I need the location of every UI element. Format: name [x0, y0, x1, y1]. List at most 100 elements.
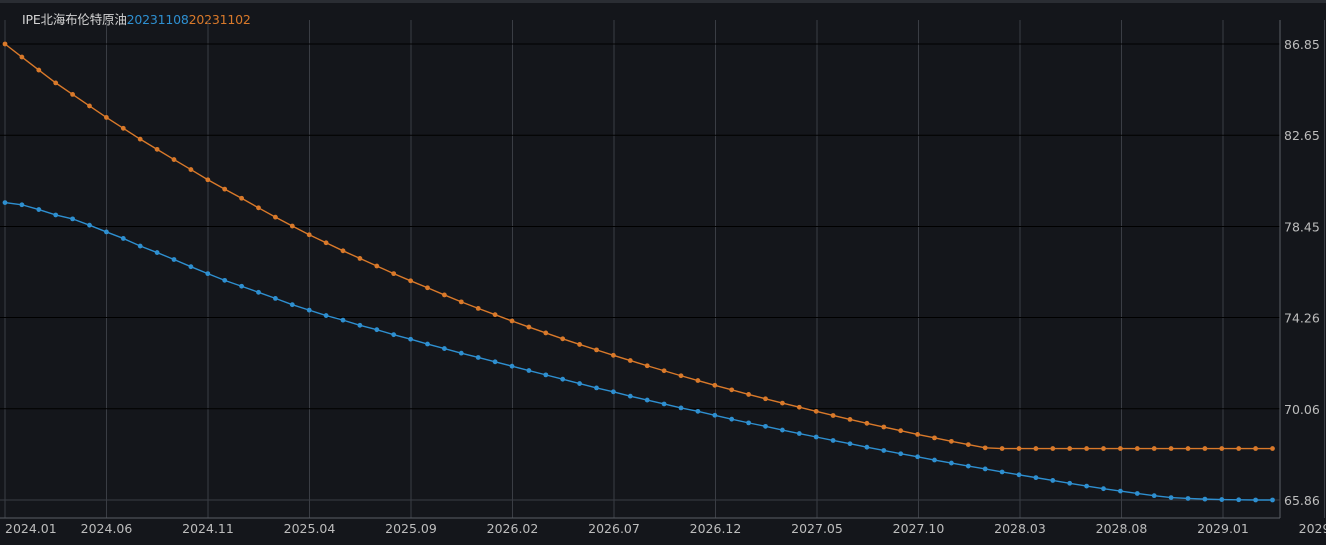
data-point — [205, 177, 211, 183]
data-point — [661, 401, 667, 407]
data-point — [154, 250, 160, 255]
data-point — [205, 271, 211, 277]
data-point — [256, 289, 261, 295]
data-point — [1101, 486, 1106, 492]
data-point — [273, 295, 278, 301]
data-point — [644, 397, 650, 403]
data-point — [1219, 446, 1225, 451]
data-point — [475, 355, 481, 360]
data-point — [1219, 497, 1225, 502]
data-point — [492, 312, 498, 318]
data-point — [374, 327, 380, 333]
data-point — [796, 431, 802, 436]
data-point — [611, 352, 616, 358]
data-point — [560, 336, 566, 342]
data-point — [847, 417, 853, 422]
data-point — [678, 373, 684, 379]
data-point — [881, 424, 887, 430]
data-point — [932, 457, 937, 463]
data-point — [780, 400, 785, 406]
data-point — [1067, 446, 1073, 451]
data-point — [1050, 446, 1056, 451]
data-point — [830, 438, 836, 443]
data-point — [712, 412, 718, 418]
data-point — [813, 408, 819, 414]
data-point — [1202, 446, 1208, 451]
data-point — [357, 256, 363, 261]
x-tick-label: 2026.12 — [690, 521, 742, 536]
data-point — [1084, 446, 1089, 451]
data-point — [306, 232, 312, 238]
data-point — [1202, 496, 1208, 502]
y-tick-label: 86.85 — [1284, 37, 1320, 52]
data-point — [36, 67, 42, 73]
data-point — [661, 368, 667, 374]
data-point — [1236, 497, 1242, 503]
data-point — [70, 92, 75, 97]
data-point — [1253, 446, 1258, 451]
line-chart: 2024.01 2024.06 2024.11 2025.04 2025.09 2026.… — [0, 20, 1326, 536]
data-point — [1134, 491, 1140, 496]
y-tick-label: 70.06 — [1284, 402, 1320, 417]
data-point — [864, 420, 870, 426]
series-line-2 — [4, 43, 1273, 450]
y-tick-label: 65.86 — [1284, 493, 1320, 508]
data-point — [70, 216, 75, 222]
data-point — [627, 393, 633, 399]
data-point — [915, 454, 920, 460]
y-tick-label: 82.65 — [1284, 128, 1320, 143]
data-point — [1270, 446, 1275, 451]
data-point — [154, 146, 160, 152]
data-point — [526, 368, 532, 373]
data-point — [1151, 493, 1157, 499]
data-point — [120, 236, 126, 241]
data-point — [104, 229, 109, 235]
data-point — [256, 205, 261, 211]
data-point — [1050, 478, 1056, 483]
x-tick-label: 2025.09 — [385, 521, 437, 536]
data-point — [543, 330, 549, 336]
data-point — [273, 214, 278, 220]
data-point — [881, 448, 887, 453]
data-point — [847, 441, 853, 447]
data-point — [830, 413, 836, 418]
data-point — [1118, 446, 1123, 451]
data-point — [137, 243, 143, 249]
x-tick-label: 2029.06 — [1299, 521, 1326, 536]
data-point — [239, 195, 245, 201]
data-point — [796, 404, 802, 410]
data-point — [306, 307, 312, 313]
data-point — [104, 115, 109, 120]
data-point — [627, 358, 633, 363]
series-line-1 — [4, 201, 1273, 501]
data-point — [137, 136, 143, 142]
data-point — [611, 389, 616, 395]
data-point — [425, 341, 430, 347]
data-point — [1168, 446, 1174, 451]
data-point — [1033, 475, 1039, 481]
data-point — [171, 157, 177, 162]
y-tick-label: 78.45 — [1284, 219, 1320, 234]
data-point — [53, 212, 59, 218]
data-point — [442, 346, 447, 351]
x-tick-label: 2028.08 — [1096, 521, 1148, 536]
data-point — [425, 285, 430, 291]
data-point — [19, 54, 25, 60]
data-point — [982, 466, 988, 472]
data-point — [594, 385, 599, 391]
data-point — [695, 378, 701, 383]
data-point — [289, 223, 295, 229]
data-point — [323, 313, 329, 318]
data-point — [763, 396, 768, 402]
data-point — [1134, 446, 1140, 451]
data-point — [712, 382, 718, 388]
data-point — [949, 460, 954, 466]
data-point — [222, 186, 228, 192]
data-point — [1185, 446, 1191, 451]
data-point — [560, 376, 566, 382]
data-point — [1016, 446, 1022, 451]
data-point — [965, 463, 971, 469]
data-point — [1253, 497, 1258, 503]
data-point — [391, 271, 397, 277]
data-point — [577, 381, 582, 386]
